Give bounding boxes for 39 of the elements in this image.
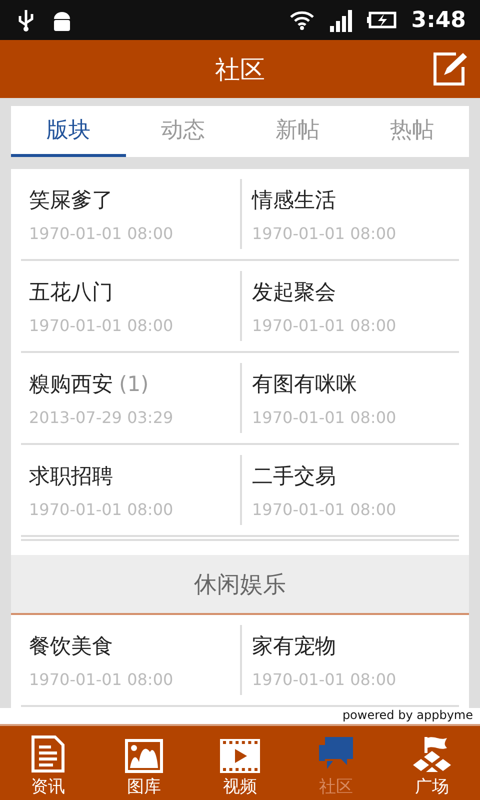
section-header: 休闲娱乐 — [11, 555, 469, 615]
flag-tiles-icon — [412, 735, 452, 773]
usb-icon — [16, 8, 36, 32]
tab[interactable]: 版块 — [11, 106, 126, 157]
board-name[interactable]: 五花八门 — [29, 280, 113, 304]
clock-time: 3:48 — [411, 8, 466, 32]
film-icon — [220, 739, 260, 773]
nav-item[interactable]: 广场 — [384, 726, 480, 800]
nav-item[interactable]: 图库 — [96, 726, 192, 800]
nav-item[interactable]: 资讯 — [0, 726, 96, 800]
powered-by-note: powered by appbyme — [342, 708, 473, 722]
board-name[interactable]: 餐饮美食 — [29, 634, 113, 658]
board-name[interactable]: 求职招聘 — [29, 464, 113, 488]
compose-button[interactable] — [432, 51, 468, 87]
board-name[interactable]: 二手交易 — [252, 464, 336, 488]
board-date: 1970-01-01 08:00 — [29, 670, 174, 688]
signal-icon — [329, 8, 354, 32]
board-date: 1970-01-01 08:00 — [29, 316, 174, 334]
board-date: 1970-01-01 08:00 — [29, 500, 174, 518]
nav-item[interactable]: 视频 — [192, 726, 288, 800]
board-name[interactable]: 笑屎爹了 — [29, 188, 113, 212]
document-icon — [31, 735, 65, 773]
board-date: 2013-07-29 03:29 — [29, 408, 174, 426]
board-date: 1970-01-01 08:00 — [252, 316, 396, 334]
screen-title: 社区 — [215, 54, 265, 86]
board-date: 1970-01-01 08:00 — [252, 408, 396, 426]
board-name[interactable]: 有图有咪咪 — [252, 372, 357, 396]
board-date: 1970-01-01 08:00 — [29, 224, 174, 242]
board-name[interactable]: 情感生活 — [252, 188, 336, 212]
board-name[interactable]: 家有宠物 — [252, 634, 336, 658]
battery-icon — [367, 11, 398, 29]
post-count: (1) — [119, 372, 149, 396]
wifi-icon — [289, 9, 316, 31]
board-date: 1970-01-01 08:00 — [252, 670, 396, 688]
board-date: 1970-01-01 08:00 — [252, 500, 396, 518]
board-date: 1970-01-01 08:00 — [252, 224, 396, 242]
board-name[interactable]: 糗购西安 — [29, 372, 113, 396]
image-icon — [125, 739, 163, 773]
board-name[interactable]: 发起聚会 — [252, 280, 336, 304]
